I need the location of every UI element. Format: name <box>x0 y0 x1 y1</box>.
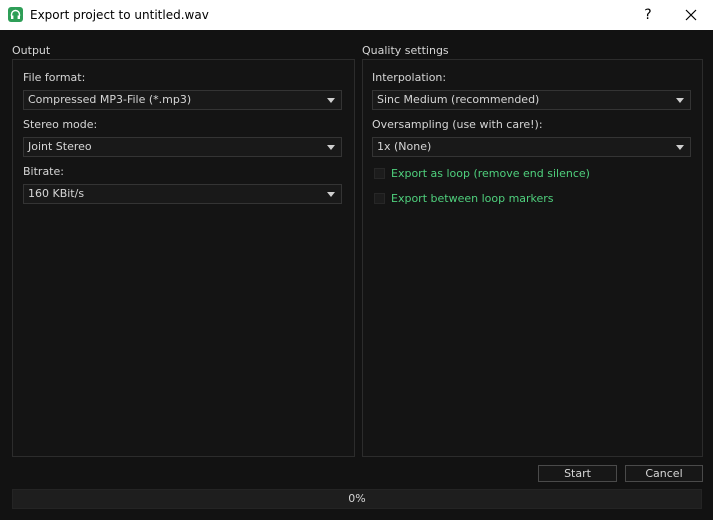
export-markers-checkbox[interactable] <box>374 193 385 204</box>
chevron-down-icon <box>327 192 335 197</box>
export-markers-label: Export between loop markers <box>391 192 554 205</box>
oversampling-value: 1x (None) <box>377 140 432 153</box>
output-group-title: Output <box>12 44 51 57</box>
chevron-down-icon <box>676 145 684 150</box>
interpolation-label: Interpolation: <box>372 71 447 84</box>
stereo-mode-label: Stereo mode: <box>23 118 98 131</box>
stereo-mode-value: Joint Stereo <box>28 140 92 153</box>
file-format-select[interactable]: Compressed MP3-File (*.mp3) <box>23 90 342 110</box>
chevron-down-icon <box>327 145 335 150</box>
progress-text: 0% <box>348 492 366 505</box>
bitrate-label: Bitrate: <box>23 165 64 178</box>
quality-group-title: Quality settings <box>362 44 449 57</box>
file-format-value: Compressed MP3-File (*.mp3) <box>28 93 192 106</box>
chevron-down-icon <box>327 98 335 103</box>
window-title: Export project to untitled.wav <box>30 8 209 22</box>
help-button[interactable]: ? <box>634 0 662 30</box>
close-button[interactable] <box>676 0 706 30</box>
bitrate-value: 160 KBit/s <box>28 187 85 200</box>
close-icon <box>685 9 697 21</box>
export-loop-option[interactable]: Export as loop (remove end silence) <box>374 167 674 181</box>
stereo-mode-select[interactable]: Joint Stereo <box>23 137 342 157</box>
export-loop-label: Export as loop (remove end silence) <box>391 167 590 180</box>
export-loop-checkbox[interactable] <box>374 168 385 179</box>
oversampling-label: Oversampling (use with care!): <box>372 118 543 131</box>
app-headphones-icon <box>8 7 23 22</box>
title-bar: Export project to untitled.wav ? <box>0 0 713 30</box>
bitrate-select[interactable]: 160 KBit/s <box>23 184 342 204</box>
file-format-label: File format: <box>23 71 86 84</box>
interpolation-value: Sinc Medium (recommended) <box>377 93 540 106</box>
export-progress-bar: 0% <box>12 489 702 509</box>
start-button[interactable]: Start <box>538 465 617 482</box>
interpolation-select[interactable]: Sinc Medium (recommended) <box>372 90 691 110</box>
cancel-button[interactable]: Cancel <box>625 465 703 482</box>
oversampling-select[interactable]: 1x (None) <box>372 137 691 157</box>
export-markers-option[interactable]: Export between loop markers <box>374 192 674 206</box>
chevron-down-icon <box>676 98 684 103</box>
